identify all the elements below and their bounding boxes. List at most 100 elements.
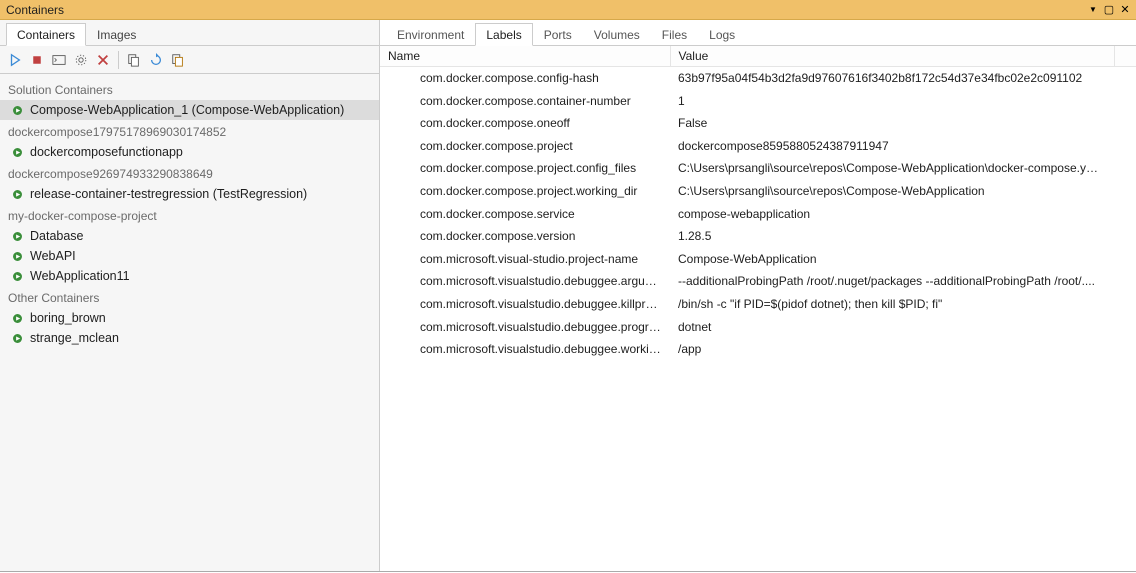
tree-item-label: WebAPI <box>30 249 76 263</box>
spacer-cell <box>1114 338 1136 361</box>
column-header-name[interactable]: Name <box>380 46 670 67</box>
stop-button[interactable] <box>26 49 48 71</box>
spacer-cell <box>1114 90 1136 113</box>
table-row[interactable]: com.microsoft.visualstudio.debuggee.kill… <box>380 293 1136 316</box>
spacer-cell <box>1114 180 1136 203</box>
table-row[interactable]: com.docker.compose.project.config_filesC… <box>380 157 1136 180</box>
labels-table-wrap[interactable]: Name Value com.docker.compose.config-has… <box>380 46 1136 571</box>
play-circle-icon <box>10 229 24 243</box>
tree-item[interactable]: boring_brown <box>0 308 379 328</box>
detail-tabs: Environment Labels Ports Volumes Files L… <box>380 20 1136 46</box>
play-circle-icon <box>10 269 24 283</box>
table-row[interactable]: com.docker.compose.oneoffFalse <box>380 112 1136 135</box>
spacer-cell <box>1114 270 1136 293</box>
tree-item[interactable]: Compose-WebApplication_1 (Compose-WebApp… <box>0 100 379 120</box>
play-circle-icon <box>10 311 24 325</box>
table-row[interactable]: com.microsoft.visualstudio.debuggee.prog… <box>380 316 1136 339</box>
tab-images[interactable]: Images <box>86 23 147 45</box>
toolbar <box>0 46 379 74</box>
spacer-cell <box>1114 67 1136 90</box>
table-row[interactable]: com.docker.compose.config-hash63b97f95a0… <box>380 67 1136 90</box>
table-row[interactable]: com.docker.compose.version1.28.5 <box>380 225 1136 248</box>
right-pane: Environment Labels Ports Volumes Files L… <box>380 20 1136 571</box>
tab-files[interactable]: Files <box>651 23 698 45</box>
spacer-cell <box>1114 135 1136 158</box>
label-value-cell: C:\Users\prsangli\source\repos\Compose-W… <box>670 180 1114 203</box>
window-title: Containers <box>4 3 1086 17</box>
tab-environment[interactable]: Environment <box>386 23 475 45</box>
terminal-button[interactable] <box>48 49 70 71</box>
spacer-cell <box>1114 248 1136 271</box>
table-row[interactable]: com.microsoft.visual-studio.project-name… <box>380 248 1136 271</box>
labels-table: Name Value com.docker.compose.config-has… <box>380 46 1136 361</box>
tree-item[interactable]: WebApplication11 <box>0 266 379 286</box>
column-header-value[interactable]: Value <box>670 46 1114 67</box>
label-value-cell: compose-webapplication <box>670 203 1114 226</box>
label-name-cell: com.docker.compose.project.working_dir <box>380 180 670 203</box>
tree-item-label: strange_mclean <box>30 331 119 345</box>
label-name-cell: com.microsoft.visualstudio.debuggee.kill… <box>380 293 670 316</box>
start-button[interactable] <box>4 49 26 71</box>
table-row[interactable]: com.microsoft.visualstudio.debuggee.argu… <box>380 270 1136 293</box>
spacer-cell <box>1114 112 1136 135</box>
prune-button[interactable] <box>167 49 189 71</box>
label-name-cell: com.microsoft.visualstudio.debuggee.prog… <box>380 316 670 339</box>
copy-button[interactable] <box>123 49 145 71</box>
label-name-cell: com.docker.compose.service <box>380 203 670 226</box>
spacer-cell <box>1114 316 1136 339</box>
refresh-button[interactable] <box>145 49 167 71</box>
column-header-spacer <box>1114 46 1136 67</box>
tree-item-label: WebApplication11 <box>30 269 130 283</box>
label-name-cell: com.docker.compose.oneoff <box>380 112 670 135</box>
label-value-cell: 1 <box>670 90 1114 113</box>
tab-volumes[interactable]: Volumes <box>583 23 651 45</box>
label-value-cell: dotnet <box>670 316 1114 339</box>
label-value-cell: --additionalProbingPath /root/.nuget/pac… <box>670 270 1114 293</box>
table-row[interactable]: com.docker.compose.project.working_dirC:… <box>380 180 1136 203</box>
label-value-cell: Compose-WebApplication <box>670 248 1114 271</box>
tree-item[interactable]: Database <box>0 226 379 246</box>
label-value-cell: False <box>670 112 1114 135</box>
table-row[interactable]: com.microsoft.visualstudio.debuggee.work… <box>380 338 1136 361</box>
tree-item-label: Database <box>30 229 84 243</box>
separator <box>118 51 119 69</box>
tree-item[interactable]: strange_mclean <box>0 328 379 348</box>
label-name-cell: com.docker.compose.config-hash <box>380 67 670 90</box>
play-circle-icon <box>10 249 24 263</box>
tree-item[interactable]: release-container-testregression (TestRe… <box>0 184 379 204</box>
left-pane: Containers Images Solution ContainersCom… <box>0 20 380 571</box>
dropdown-icon[interactable]: ▼ <box>1086 3 1100 17</box>
tree-item[interactable]: dockercomposefunctionapp <box>0 142 379 162</box>
delete-button[interactable] <box>92 49 114 71</box>
tree-item-label: release-container-testregression (TestRe… <box>30 187 307 201</box>
maximize-icon[interactable]: ▢ <box>1102 3 1116 17</box>
label-value-cell: 63b97f95a04f54b3d2fa9d97607616f3402b8f17… <box>670 67 1114 90</box>
main-content: Containers Images Solution ContainersCom… <box>0 20 1136 572</box>
table-row[interactable]: com.docker.compose.projectdockercompose8… <box>380 135 1136 158</box>
table-row[interactable]: com.docker.compose.container-number1 <box>380 90 1136 113</box>
label-name-cell: com.docker.compose.version <box>380 225 670 248</box>
label-value-cell: /app <box>670 338 1114 361</box>
left-tabs: Containers Images <box>0 20 379 46</box>
tab-labels[interactable]: Labels <box>475 23 532 46</box>
settings-button[interactable] <box>70 49 92 71</box>
tab-ports[interactable]: Ports <box>533 23 583 45</box>
tab-containers[interactable]: Containers <box>6 23 86 46</box>
label-value-cell: dockercompose8595880524387911947 <box>670 135 1114 158</box>
label-value-cell: 1.28.5 <box>670 225 1114 248</box>
tab-logs[interactable]: Logs <box>698 23 746 45</box>
tree-item[interactable]: WebAPI <box>0 246 379 266</box>
spacer-cell <box>1114 157 1136 180</box>
label-name-cell: com.docker.compose.project.config_files <box>380 157 670 180</box>
label-name-cell: com.microsoft.visualstudio.debuggee.argu… <box>380 270 670 293</box>
label-value-cell: /bin/sh -c "if PID=$(pidof dotnet); then… <box>670 293 1114 316</box>
tree-group-header: dockercompose17975178969030174852 <box>0 120 379 142</box>
close-icon[interactable]: ✕ <box>1118 3 1132 17</box>
play-circle-icon <box>10 331 24 345</box>
label-name-cell: com.docker.compose.project <box>380 135 670 158</box>
spacer-cell <box>1114 293 1136 316</box>
table-row[interactable]: com.docker.compose.servicecompose-webapp… <box>380 203 1136 226</box>
label-name-cell: com.microsoft.visualstudio.debuggee.work… <box>380 338 670 361</box>
tree-item-label: dockercomposefunctionapp <box>30 145 183 159</box>
container-tree[interactable]: Solution ContainersCompose-WebApplicatio… <box>0 74 379 571</box>
